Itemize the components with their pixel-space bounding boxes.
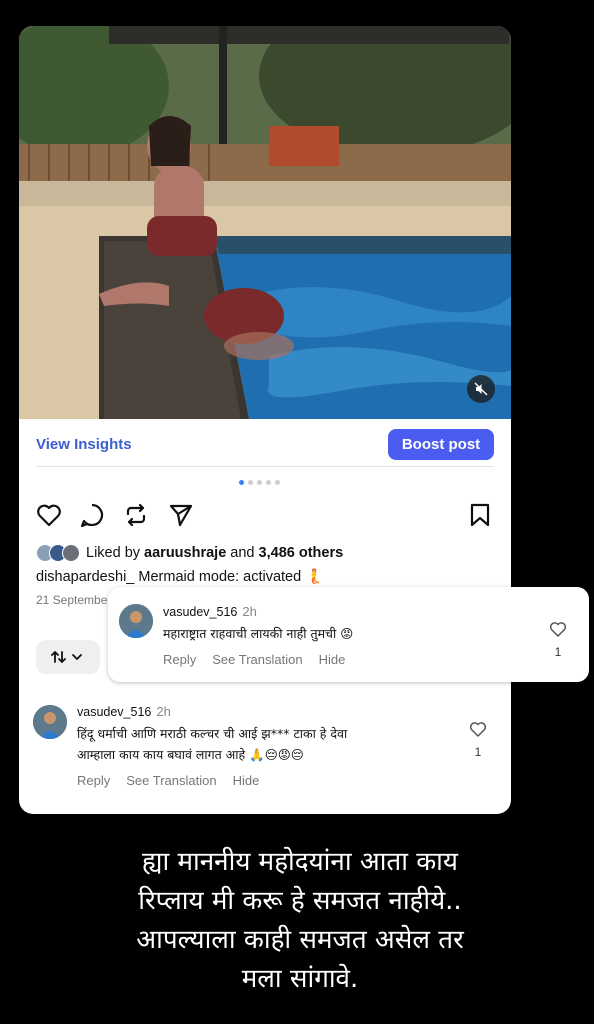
comment-like[interactable]: 1	[549, 621, 567, 659]
liked-by-count[interactable]: 3,486 others	[259, 545, 344, 561]
hide-button[interactable]: Hide	[319, 652, 346, 667]
comment-header: vasudev_516 2h	[163, 604, 257, 619]
hide-button[interactable]: Hide	[233, 773, 260, 788]
comment-line: महाराष्ट्रात राहवाची लायकी नाही तुमची 😡	[163, 626, 354, 641]
carousel-dot	[248, 480, 253, 485]
carousel-dot	[266, 480, 271, 485]
comment-line: आम्हाला काय काय बघावं लागत आहे 🙏😔😡😔	[77, 747, 304, 762]
view-insights-link[interactable]: View Insights	[36, 436, 132, 453]
mermaid-emoji-icon: 🧜	[305, 569, 324, 585]
heart-icon[interactable]	[549, 621, 567, 637]
comment-username[interactable]: vasudev_516	[77, 705, 151, 719]
liker-avatars	[36, 544, 80, 562]
story-line: ह्या माननीय महोदयांना आता काय	[142, 847, 458, 877]
comment-actions: Reply See Translation Hide	[163, 652, 345, 667]
comment-time: 2h	[156, 704, 171, 719]
carousel-dot	[257, 480, 262, 485]
carousel-dot	[275, 480, 280, 485]
story-caption: ह्या माननीय महोदयांना आता काय रिप्लाय मी…	[40, 843, 560, 999]
mute-button[interactable]	[467, 375, 495, 403]
carousel-indicator	[239, 480, 280, 485]
sort-comments-button[interactable]	[36, 640, 100, 674]
divider	[36, 466, 494, 467]
liked-by-prefix: Liked by	[86, 545, 141, 561]
bookmark-icon[interactable]	[469, 502, 491, 528]
post-photo[interactable]	[19, 26, 511, 419]
see-translation-button[interactable]: See Translation	[126, 773, 216, 788]
liked-by-and: and	[230, 545, 255, 561]
comment-text: हिंदू धर्माची आणि मराठी कल्चर ची आई झ***…	[77, 723, 347, 765]
repost-icon[interactable]	[123, 502, 149, 528]
see-translation-button[interactable]: See Translation	[212, 652, 302, 667]
story-line: आपल्याला काही समजत असेल तर	[136, 925, 464, 955]
send-icon[interactable]	[168, 502, 194, 528]
liked-by-user[interactable]: aaruushraje	[144, 545, 226, 561]
comment-icon[interactable]	[79, 502, 105, 528]
comment-header: vasudev_516 2h	[77, 704, 171, 719]
comment-actions: Reply See Translation Hide	[77, 773, 259, 788]
post-card: View Insights Boost post Liked by aaruus…	[19, 26, 511, 814]
action-bar	[35, 502, 495, 530]
caption-text: Mermaid mode: activated	[138, 569, 302, 585]
post-caption: dishapardeshi_ Mermaid mode: activated 🧜	[36, 568, 323, 585]
post-date: 21 September	[36, 593, 108, 607]
speaker-muted-icon	[474, 382, 488, 396]
comment-username[interactable]: vasudev_516	[163, 605, 237, 619]
comment-line: हिंदू धर्माची आणि मराठी कल्चर ची आई झ***…	[77, 726, 348, 741]
boost-post-button[interactable]: Boost post	[388, 429, 494, 460]
reply-button[interactable]: Reply	[77, 773, 110, 788]
user-avatar-image	[33, 705, 67, 739]
avatar[interactable]	[33, 705, 67, 739]
comment-like-count: 1	[474, 745, 482, 759]
sort-icon	[51, 651, 82, 663]
comment-time: 2h	[242, 604, 257, 619]
highlighted-comment: vasudev_516 2h महाराष्ट्रात राहवाची लायकी…	[108, 587, 589, 682]
comment-like-count: 1	[554, 645, 562, 659]
avatar[interactable]	[119, 604, 153, 638]
caption-username[interactable]: dishapardeshi_	[36, 569, 134, 585]
story-line: मला सांगावे.	[241, 964, 359, 994]
carousel-dot-active	[239, 480, 244, 485]
comment-like[interactable]: 1	[469, 721, 487, 759]
heart-icon[interactable]	[469, 721, 487, 737]
comment-text: महाराष्ट्रात राहवाची लायकी नाही तुमची 😡	[163, 623, 353, 644]
user-avatar-image	[119, 604, 153, 638]
insights-row: View Insights Boost post	[19, 419, 511, 473]
reply-button[interactable]: Reply	[163, 652, 196, 667]
avatar	[62, 544, 80, 562]
heart-icon[interactable]	[35, 502, 63, 528]
pool-scene-image	[19, 26, 511, 419]
story-line: रिप्लाय मी करू हे समजत नाहीये..	[138, 886, 462, 916]
likes-summary[interactable]: Liked by aaruushraje and 3,486 others	[36, 544, 343, 562]
